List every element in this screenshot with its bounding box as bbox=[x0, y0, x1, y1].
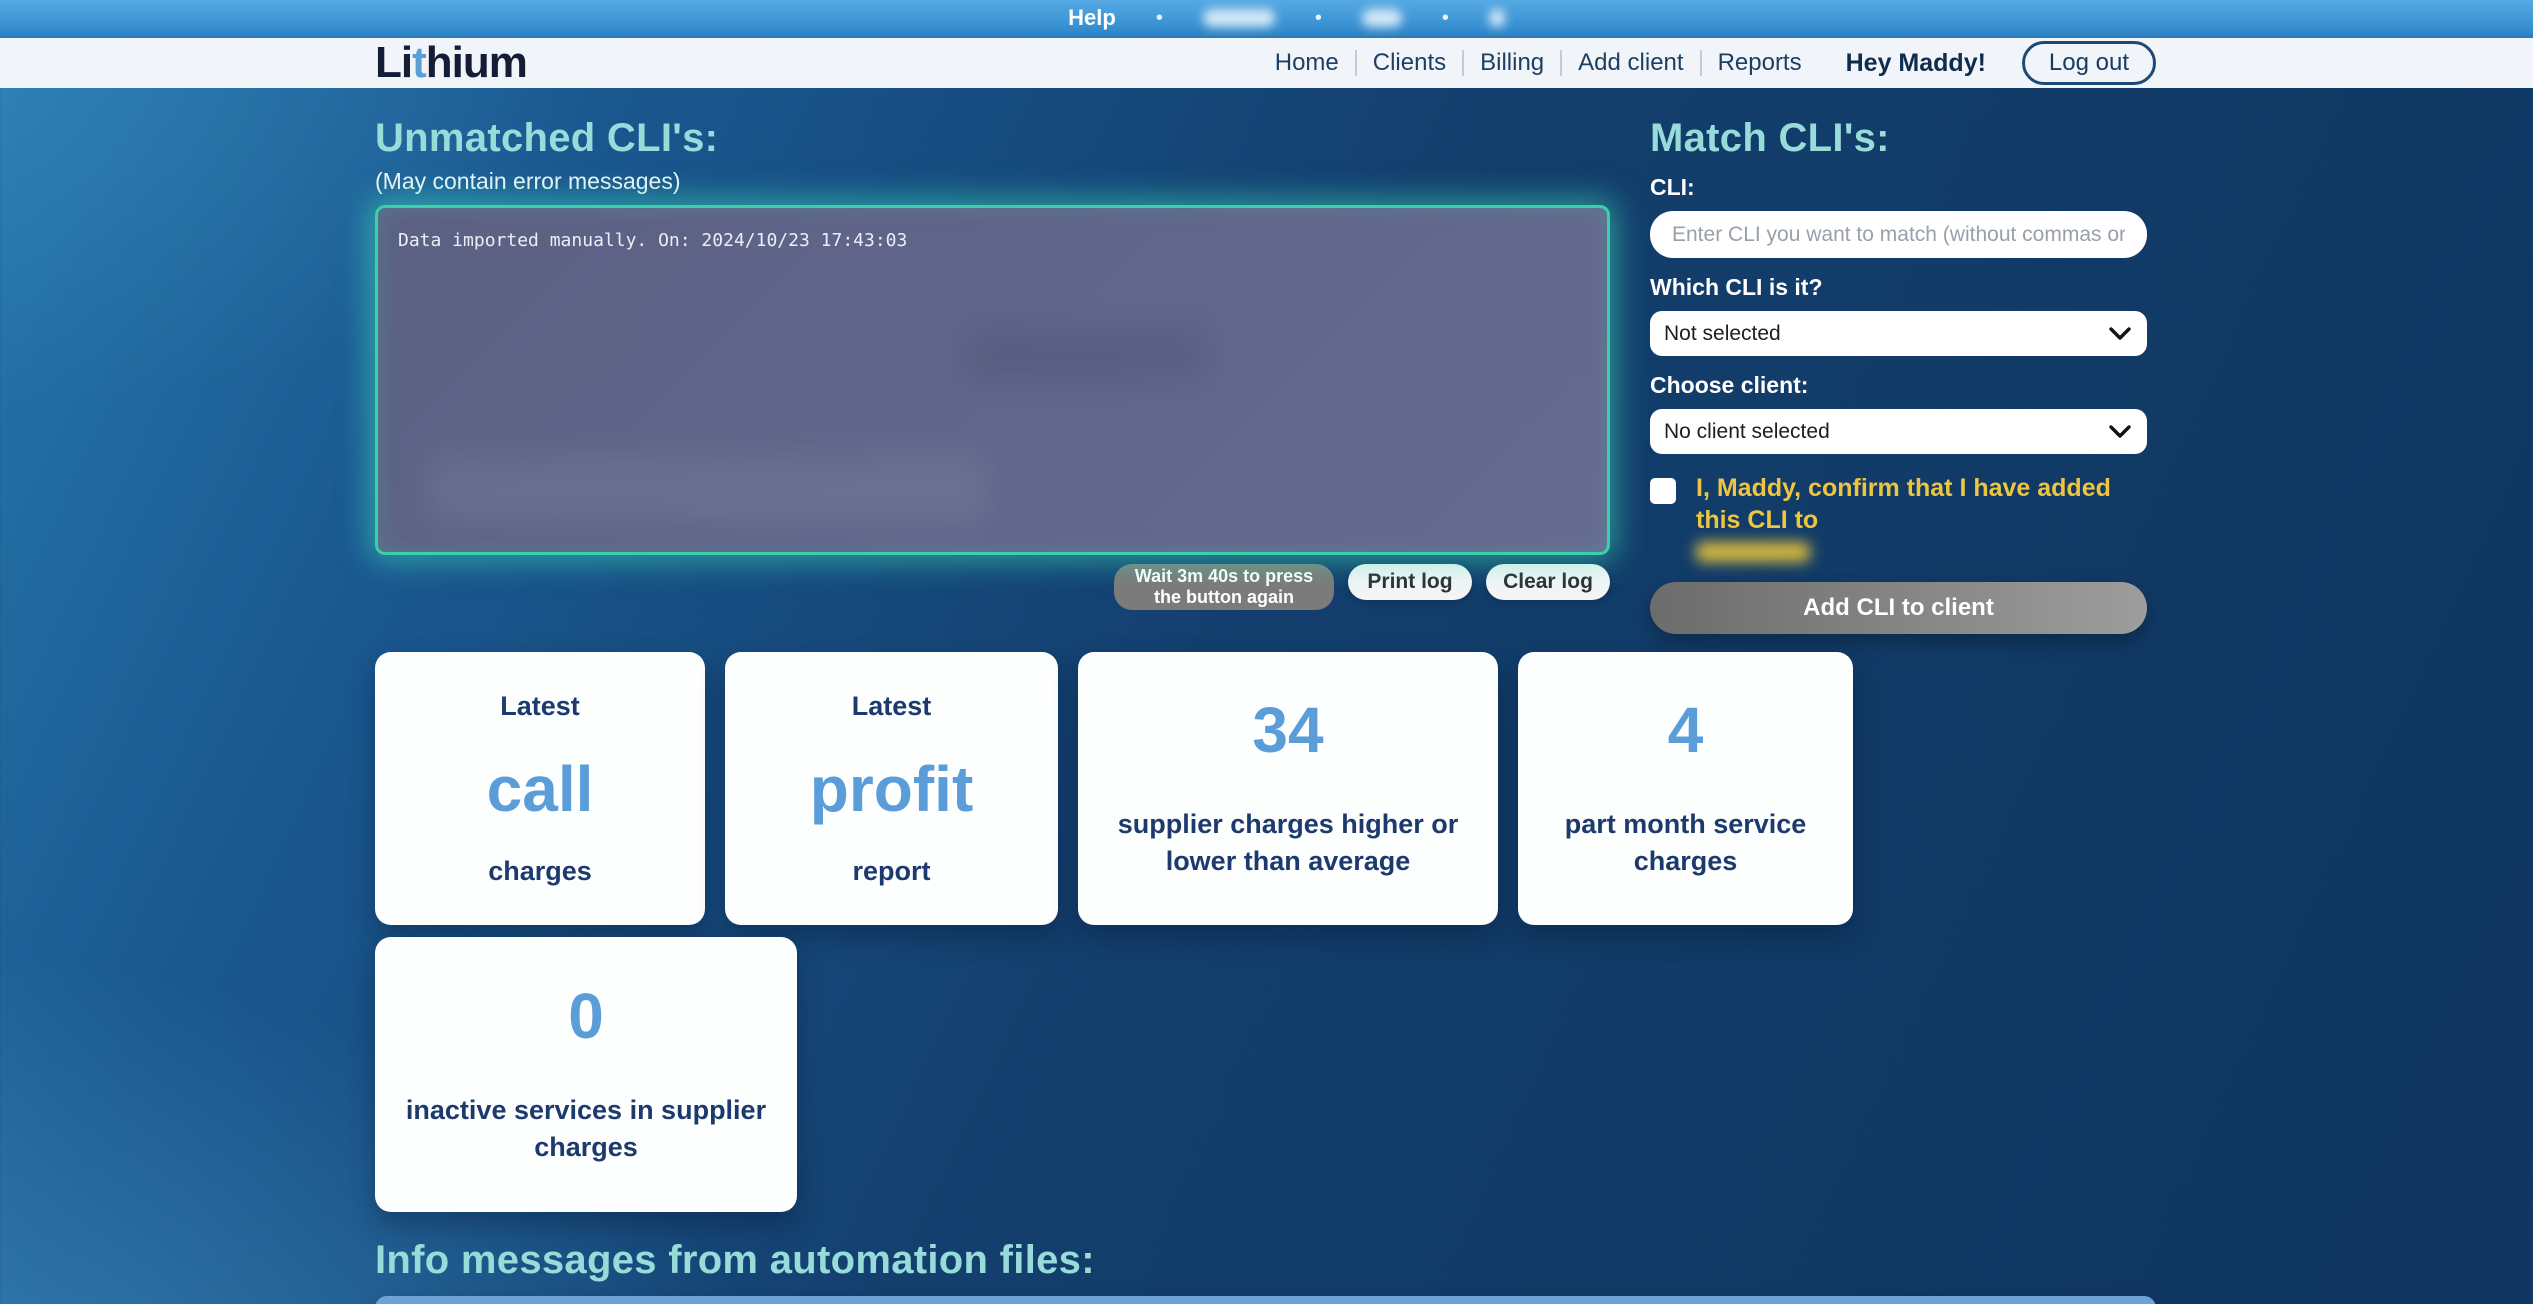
supplier-charges-card[interactable]: 34 supplier charges higher or lower than… bbox=[1078, 652, 1498, 925]
logo-text-dark: Li bbox=[375, 38, 412, 87]
unmatched-subtitle: (May contain error messages) bbox=[375, 168, 1610, 195]
card-top-label: Latest bbox=[500, 688, 580, 724]
separator-dot: • bbox=[1442, 8, 1449, 28]
nav-billing[interactable]: Billing bbox=[1480, 49, 1544, 77]
confirm-statement: I, Maddy, confirm that I have added this… bbox=[1696, 472, 2147, 562]
nav-divider bbox=[1355, 50, 1357, 76]
card-big-value: call bbox=[487, 757, 594, 821]
log-button-row: Wait 3m 40s to press the button again Pr… bbox=[375, 564, 1610, 610]
card-big-value: 4 bbox=[1668, 698, 1704, 762]
cli-label: CLI: bbox=[1650, 174, 2147, 201]
redacted-topbar-item-3[interactable] bbox=[1489, 9, 1505, 27]
clear-log-button[interactable]: Clear log bbox=[1486, 564, 1610, 600]
click-to-open-button[interactable]: Click to open bbox=[375, 1296, 2156, 1304]
nav-divider bbox=[1560, 50, 1562, 76]
navbar: Lithium Home Clients Billing Add client … bbox=[0, 38, 2533, 88]
logo-text-dark: hium bbox=[426, 38, 527, 87]
stat-cards: Latest call charges Latest profit report… bbox=[375, 652, 1895, 1212]
card-bottom-label: part month service charges bbox=[1528, 806, 1843, 879]
match-cli-panel: Match CLI's: CLI: Which CLI is it? Not s… bbox=[1650, 118, 2147, 634]
nav-reports[interactable]: Reports bbox=[1718, 49, 1802, 77]
choose-client-label: Choose client: bbox=[1650, 372, 2147, 399]
topbar: Help • • • bbox=[0, 0, 2533, 38]
which-cli-label: Which CLI is it? bbox=[1650, 274, 2147, 301]
unmatched-section: Unmatched CLI's: (May contain error mess… bbox=[375, 118, 1610, 610]
which-cli-selected-value: Not selected bbox=[1664, 322, 1781, 346]
log-output-area[interactable]: Data imported manually. On: 2024/10/23 1… bbox=[375, 205, 1610, 555]
latest-profit-report-card[interactable]: Latest profit report bbox=[725, 652, 1058, 925]
card-big-value: 34 bbox=[1252, 698, 1323, 762]
nav-divider bbox=[1462, 50, 1464, 76]
help-link[interactable]: Help bbox=[1068, 5, 1116, 31]
cli-input[interactable] bbox=[1650, 211, 2147, 258]
nav-home[interactable]: Home bbox=[1275, 49, 1339, 77]
card-bottom-label: inactive services in supplier charges bbox=[397, 1092, 775, 1165]
user-greeting: Hey Maddy! bbox=[1846, 49, 1986, 78]
nav-links: Home Clients Billing Add client Reports … bbox=[1275, 41, 2156, 85]
print-log-button[interactable]: Print log bbox=[1348, 564, 1472, 600]
nav-clients[interactable]: Clients bbox=[1373, 49, 1446, 77]
card-bottom-label: charges bbox=[488, 853, 592, 889]
nav-divider bbox=[1700, 50, 1702, 76]
chevron-down-icon bbox=[2109, 425, 2131, 438]
latest-call-charges-card[interactable]: Latest call charges bbox=[375, 652, 705, 925]
card-big-value: profit bbox=[810, 757, 974, 821]
topbar-menu: Help • • • bbox=[1068, 5, 1505, 31]
which-cli-select[interactable]: Not selected bbox=[1650, 311, 2147, 356]
main-content: Unmatched CLI's: (May contain error mess… bbox=[0, 88, 2533, 634]
card-big-value: 0 bbox=[568, 984, 604, 1048]
separator-dot: • bbox=[1156, 8, 1163, 28]
log-line: Data imported manually. On: 2024/10/23 1… bbox=[398, 230, 1587, 251]
redacted-topbar-item-1[interactable] bbox=[1203, 9, 1275, 27]
inactive-services-card[interactable]: 0 inactive services in supplier charges bbox=[375, 937, 797, 1212]
info-messages-section: Info messages from automation files: Cli… bbox=[0, 1240, 2533, 1304]
nav-add-client[interactable]: Add client bbox=[1578, 49, 1683, 77]
lithium-logo[interactable]: Lithium bbox=[375, 38, 527, 88]
confirm-row: I, Maddy, confirm that I have added this… bbox=[1650, 472, 2147, 562]
chevron-down-icon bbox=[2109, 327, 2131, 340]
client-selected-value: No client selected bbox=[1664, 420, 1830, 444]
client-select[interactable]: No client selected bbox=[1650, 409, 2147, 454]
redacted-log-content bbox=[427, 454, 987, 524]
logout-button[interactable]: Log out bbox=[2022, 41, 2156, 85]
match-title: Match CLI's: bbox=[1650, 118, 2147, 158]
card-bottom-label: supplier charges higher or lower than av… bbox=[1100, 806, 1476, 879]
confirm-statement-text: I, Maddy, confirm that I have added this… bbox=[1696, 474, 2111, 534]
redacted-log-content bbox=[968, 332, 1208, 378]
wait-cooldown-button[interactable]: Wait 3m 40s to press the button again bbox=[1114, 564, 1334, 610]
part-month-service-charges-card[interactable]: 4 part month service charges bbox=[1518, 652, 1853, 925]
redacted-topbar-item-2[interactable] bbox=[1362, 9, 1402, 27]
separator-dot: • bbox=[1315, 8, 1322, 28]
redacted-client-name bbox=[1696, 542, 1810, 562]
logo-text-blue: t bbox=[412, 38, 426, 87]
confirm-checkbox[interactable] bbox=[1650, 478, 1676, 504]
card-top-label: Latest bbox=[852, 688, 932, 724]
add-cli-to-client-button[interactable]: Add CLI to client bbox=[1650, 582, 2147, 634]
info-messages-title: Info messages from automation files: bbox=[375, 1240, 2156, 1280]
card-bottom-label: report bbox=[852, 853, 930, 889]
unmatched-title: Unmatched CLI's: bbox=[375, 118, 1610, 158]
